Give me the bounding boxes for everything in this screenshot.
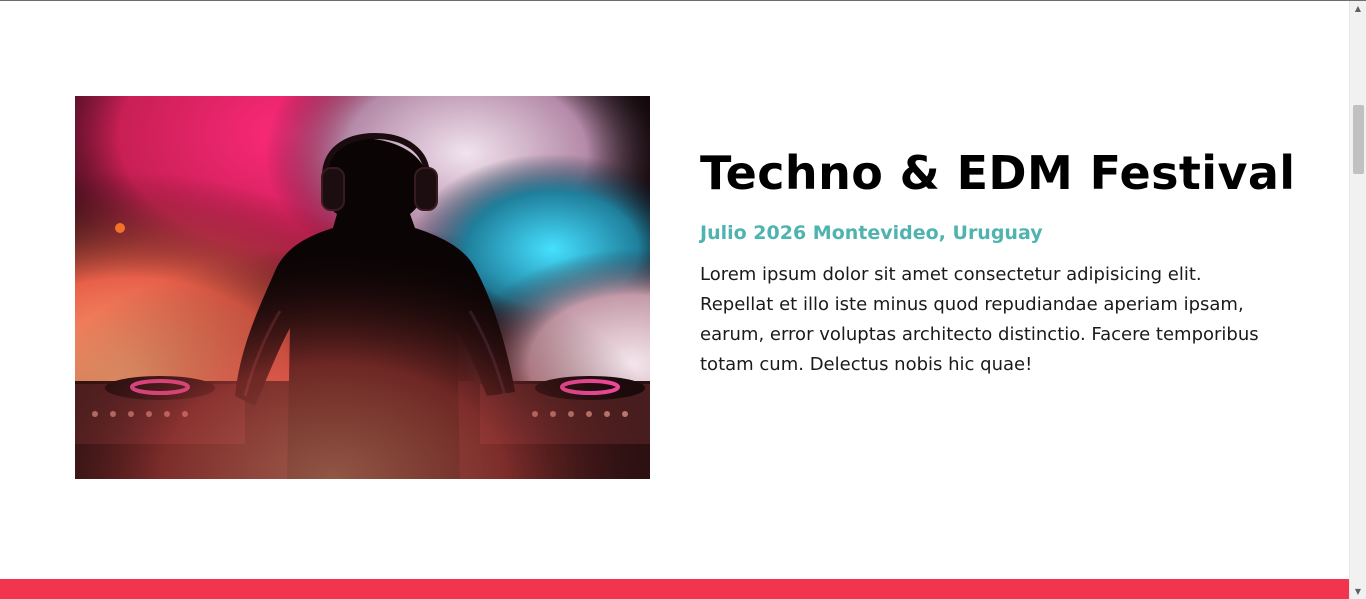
event-title: Techno & EDM Festival [700,146,1296,200]
page-content: Techno & EDM Festival Julio 2026 Montevi… [0,1,1349,599]
scroll-down-arrow-icon[interactable]: ▼ [1350,584,1366,599]
event-date-location: Julio 2026 Montevideo, Uruguay [700,222,1043,244]
vertical-scrollbar[interactable]: ▲ ▼ [1349,1,1366,599]
scroll-thumb[interactable] [1353,105,1364,174]
event-description: Lorem ipsum dolor sit amet consectetur a… [700,264,1259,375]
event-details: Techno & EDM Festival Julio 2026 Montevi… [700,141,1296,380]
dj-festival-image [75,96,650,479]
footer-band [0,579,1349,599]
scroll-up-arrow-icon[interactable]: ▲ [1350,1,1366,16]
